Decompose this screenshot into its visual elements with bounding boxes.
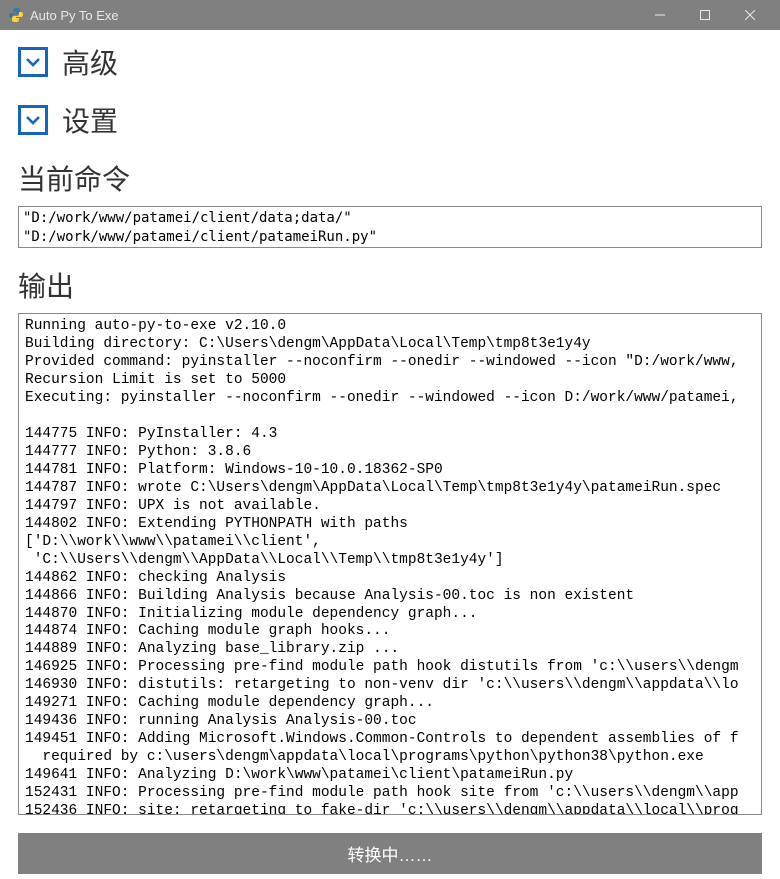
output-heading: 输出 [18,265,762,305]
close-button[interactable] [727,0,772,30]
output-box[interactable]: Running auto-py-to-exe v2.10.0 Building … [18,313,762,815]
maximize-button[interactable] [682,0,727,30]
minimize-button[interactable] [637,0,682,30]
convert-button[interactable]: 转换中…… [18,833,762,874]
window-title: Auto Py To Exe [30,8,637,23]
current-command-heading: 当前命令 [18,158,762,198]
section-advanced-label: 高级 [62,42,118,82]
content-area: 高级 设置 当前命令 输出 Running auto-py-to-exe v2.… [0,30,780,879]
python-icon [8,7,24,23]
section-settings[interactable]: 设置 [18,100,762,140]
titlebar: Auto Py To Exe [0,0,780,30]
section-settings-label: 设置 [62,100,118,140]
window-controls [637,0,772,30]
current-command-box[interactable] [18,206,762,248]
section-advanced[interactable]: 高级 [18,42,762,82]
chevron-down-icon [18,105,48,135]
chevron-down-icon [18,47,48,77]
